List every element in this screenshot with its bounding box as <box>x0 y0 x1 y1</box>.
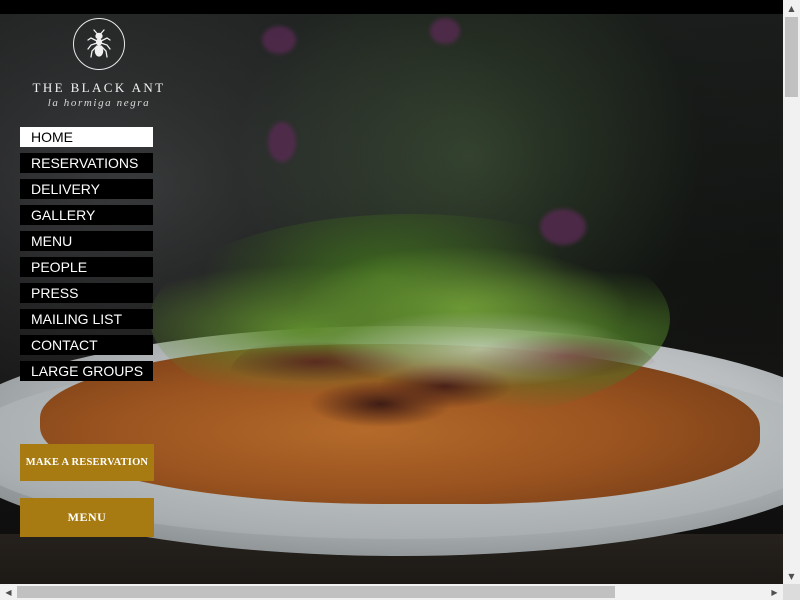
arrow-right-icon[interactable]: ▶ <box>766 584 783 600</box>
flower-blur <box>262 26 296 54</box>
nav-item-contact[interactable]: CONTACT <box>20 335 153 355</box>
ant-icon <box>73 18 125 70</box>
horizontal-scroll-thumb[interactable] <box>17 586 615 598</box>
nav-item-mailing-list[interactable]: MAILING LIST <box>20 309 153 329</box>
flower-blur <box>268 122 296 162</box>
arrow-down-icon[interactable]: ▼ <box>783 568 800 584</box>
vertical-scrollbar[interactable]: ▲ ▼ <box>783 0 800 584</box>
cheese-garnish <box>300 304 660 394</box>
nav-item-home[interactable]: HOME <box>20 127 153 147</box>
horizontal-scrollbar[interactable]: ◀ ▶ <box>0 584 783 600</box>
scrollbar-corner <box>783 584 800 600</box>
vertical-scroll-thumb[interactable] <box>785 17 798 97</box>
nav-item-reservations[interactable]: RESERVATIONS <box>20 153 153 173</box>
main-nav: HOME RESERVATIONS DELIVERY GALLERY MENU … <box>20 127 153 387</box>
arrow-left-icon[interactable]: ◀ <box>0 584 17 600</box>
nav-item-gallery[interactable]: GALLERY <box>20 205 153 225</box>
make-reservation-button[interactable]: MAKE A RESERVATION <box>20 444 154 481</box>
nav-item-menu[interactable]: MENU <box>20 231 153 251</box>
nav-item-press[interactable]: PRESS <box>20 283 153 303</box>
nav-item-people[interactable]: PEOPLE <box>20 257 153 277</box>
top-bar <box>0 0 800 14</box>
site-logo[interactable]: THE BLACK ANT la hormiga negra <box>20 18 178 109</box>
brand-title: THE BLACK ANT <box>32 80 166 95</box>
menu-button[interactable]: MENU <box>20 498 154 537</box>
flower-blur <box>430 18 460 44</box>
nav-item-large-groups[interactable]: LARGE GROUPS <box>20 361 153 381</box>
arrow-up-icon[interactable]: ▲ <box>783 0 800 16</box>
brand-subtitle: la hormiga negra <box>47 97 151 109</box>
nav-item-delivery[interactable]: DELIVERY <box>20 179 153 199</box>
